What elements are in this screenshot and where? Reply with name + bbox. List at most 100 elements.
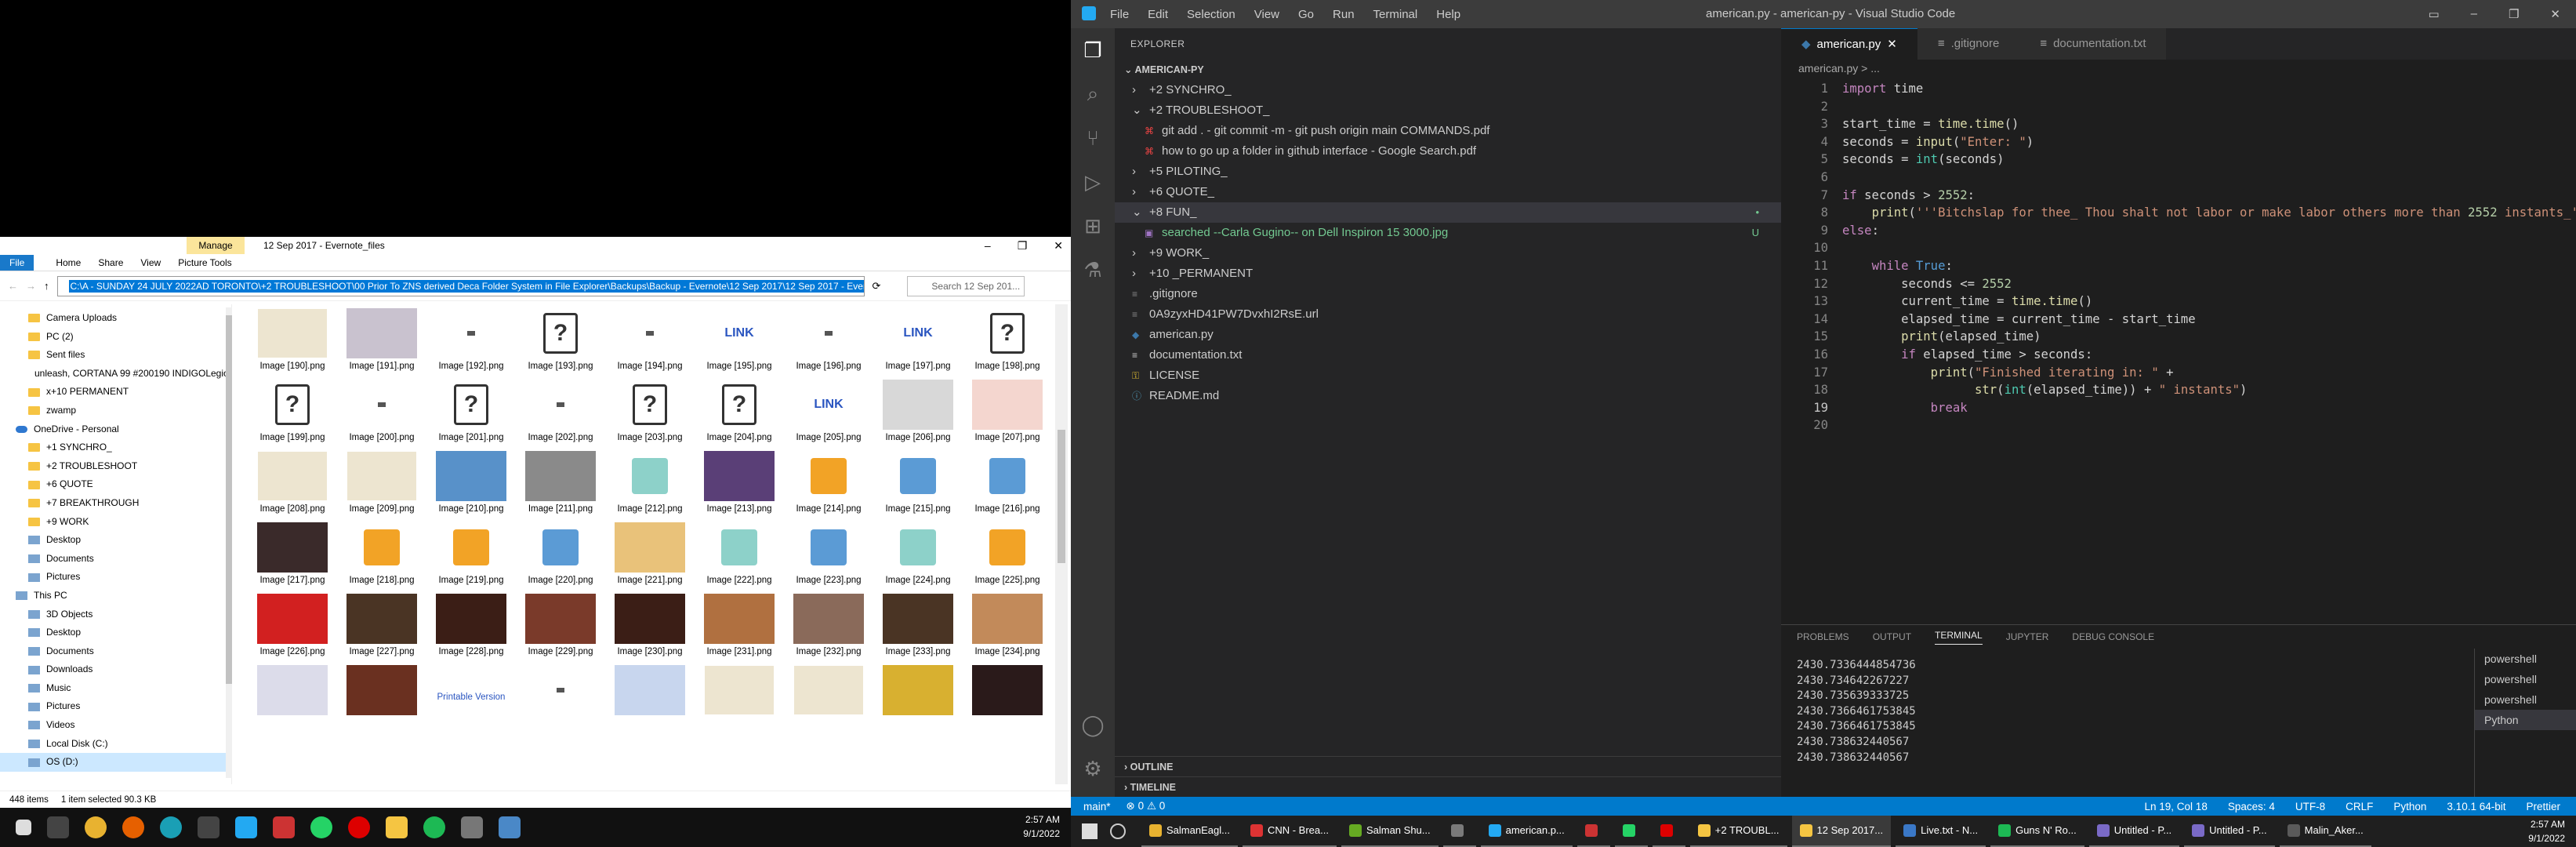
tree-item[interactable]: › +6 QUOTE_ [1115,182,1781,202]
file-item[interactable] [963,664,1052,736]
panel-tab-problems[interactable]: PROBLEMS [1797,631,1849,642]
tree-item[interactable]: ⌘ how to go up a folder in github interfa… [1115,141,1781,162]
firefox-icon[interactable] [122,816,144,838]
start-icon[interactable] [1082,823,1098,839]
run-debug-icon[interactable]: ▷ [1071,160,1115,204]
workspace-root[interactable]: ⌄ AMERICAN-PY [1115,60,1781,80]
nav-item[interactable]: Music [0,679,231,698]
taskbar-task[interactable]: Live.txt - N... [1896,816,1986,847]
editor-tab[interactable]: ≡ documentation.txt [2019,28,2167,60]
menu-edit[interactable]: Edit [1148,8,1168,21]
file-item[interactable]: Image [228].png [426,593,516,664]
nav-item[interactable]: unleash, CORTANA 99 #200190 INDIGOLegion [0,365,231,384]
menu-help[interactable]: Help [1436,8,1460,21]
status-item[interactable]: Spaces: 4 [2228,801,2275,812]
tree-item[interactable]: ⓘ README.md [1115,386,1781,406]
status-item[interactable]: UTF-8 [2295,801,2325,812]
menu-terminal[interactable]: Terminal [1373,8,1418,21]
nav-item[interactable]: Videos [0,716,231,735]
file-item[interactable]: Image [207].png [963,379,1052,450]
file-item[interactable]: Image [232].png [784,593,873,664]
tree-item[interactable]: ▣ searched --Carla Gugino-- on Dell Inspi… [1115,223,1781,243]
nav-item[interactable]: +7 BREAKTHROUGH [0,494,231,513]
whatsapp-icon[interactable] [310,816,332,838]
panel-tab-debug-console[interactable]: DEBUG CONSOLE [2072,631,2154,642]
vscode-icon[interactable] [235,816,257,838]
file-item[interactable]: Image [213].png [695,450,784,522]
ribbon-file-tab[interactable]: File [0,254,34,271]
nav-item[interactable]: Sent files [0,346,231,365]
tree-item[interactable]: ⚿ LICENSE [1115,365,1781,386]
file-item[interactable]: Image [217].png [248,522,337,593]
ribbon-view-tab[interactable]: View [140,257,178,268]
file-item[interactable]: Image [212].png [605,450,695,522]
edge-icon[interactable] [160,816,182,838]
chrome-icon[interactable] [85,816,107,838]
nav-item[interactable]: x+10 PERMANENT [0,383,231,402]
file-item[interactable]: Image [206].png [873,379,963,450]
file-item[interactable]: Image [216].png [963,450,1052,522]
status-item[interactable]: 3.10.1 64-bit [2447,801,2505,812]
file-item[interactable]: Image [218].png [337,522,426,593]
menu-file[interactable]: File [1110,8,1129,21]
nav-item[interactable]: Camera Uploads [0,309,231,328]
menu-selection[interactable]: Selection [1187,8,1235,21]
forward-arrow-icon[interactable]: → [26,280,36,292]
tree-item[interactable]: › +5 PILOTING_ [1115,162,1781,182]
branch-indicator[interactable]: main* [1083,801,1111,812]
nav-item[interactable]: +2 TROUBLESHOOT [0,457,231,476]
nav-item[interactable]: OS (D:) [0,753,231,772]
status-item[interactable]: Python [2393,801,2426,812]
nav-item[interactable]: Desktop [0,531,231,550]
file-scrollbar[interactable] [1055,304,1068,784]
file-item[interactable]: Image [222].png [695,522,784,593]
nav-scrollbar[interactable] [226,307,232,778]
file-item[interactable]: Image [211].png [516,450,605,522]
manage-tab[interactable]: Manage [187,237,245,254]
search-icon[interactable] [47,816,69,838]
app-icon[interactable] [461,816,483,838]
nav-item[interactable]: Downloads [0,660,231,679]
file-item[interactable]: Image [224].png [873,522,963,593]
file-item[interactable] [337,664,426,736]
file-item[interactable]: Image [229].png [516,593,605,664]
maximize-button[interactable]: ❐ [2509,7,2519,21]
file-item[interactable]: Image [233].png [873,593,963,664]
tree-item[interactable]: ≡ .gitignore [1115,284,1781,304]
nav-item[interactable]: Documents [0,642,231,661]
editor-tab[interactable]: ≡ .gitignore [1917,28,2020,60]
nav-item[interactable]: Pictures [0,697,231,716]
extensions-icon[interactable]: ⊞ [1071,204,1115,248]
settings-gear-icon[interactable]: ⚙ [1071,747,1115,791]
spotify-icon[interactable] [423,816,445,838]
app-icon[interactable] [198,816,220,838]
app-icon[interactable] [273,816,295,838]
file-item[interactable]: ? Image [193].png [516,307,605,379]
terminal-instance[interactable]: Python [2475,710,2576,730]
nav-item[interactable]: zwamp [0,402,231,420]
taskbar-task[interactable] [1614,816,1648,847]
breadcrumb[interactable]: american.py > ... [1781,60,2576,77]
file-item[interactable] [784,664,873,736]
menu-go[interactable]: Go [1298,8,1314,21]
nav-item[interactable]: OneDrive - Personal [0,420,231,439]
outline-section[interactable]: › OUTLINE [1115,756,1781,776]
address-bar[interactable]: C:\A - SUNDAY 24 JULY 2022AD TORONTO\+2 … [56,275,865,296]
file-item[interactable]: Image [227].png [337,593,426,664]
nav-item[interactable]: This PC [0,587,231,605]
file-item[interactable]: ? Image [201].png [426,379,516,450]
nav-item[interactable]: Desktop [0,623,231,642]
file-item[interactable] [873,664,963,736]
file-item[interactable] [605,664,695,736]
nav-item[interactable]: 3D Objects [0,605,231,624]
opera-icon[interactable] [348,816,370,838]
timeline-section[interactable]: › TIMELINE [1115,776,1781,797]
file-item[interactable] [695,664,784,736]
taskbar-task[interactable]: +2 TROUBL... [1689,816,1787,847]
panel-tab-terminal[interactable]: TERMINAL [1935,630,1983,645]
nav-item[interactable]: Documents [0,550,231,569]
taskbar-task[interactable]: american.p... [1480,816,1573,847]
terminal-instance[interactable]: powershell [2475,649,2576,669]
taskbar-task[interactable]: Untitled - P... [2088,816,2180,847]
status-item[interactable]: Ln 19, Col 18 [2145,801,2208,812]
